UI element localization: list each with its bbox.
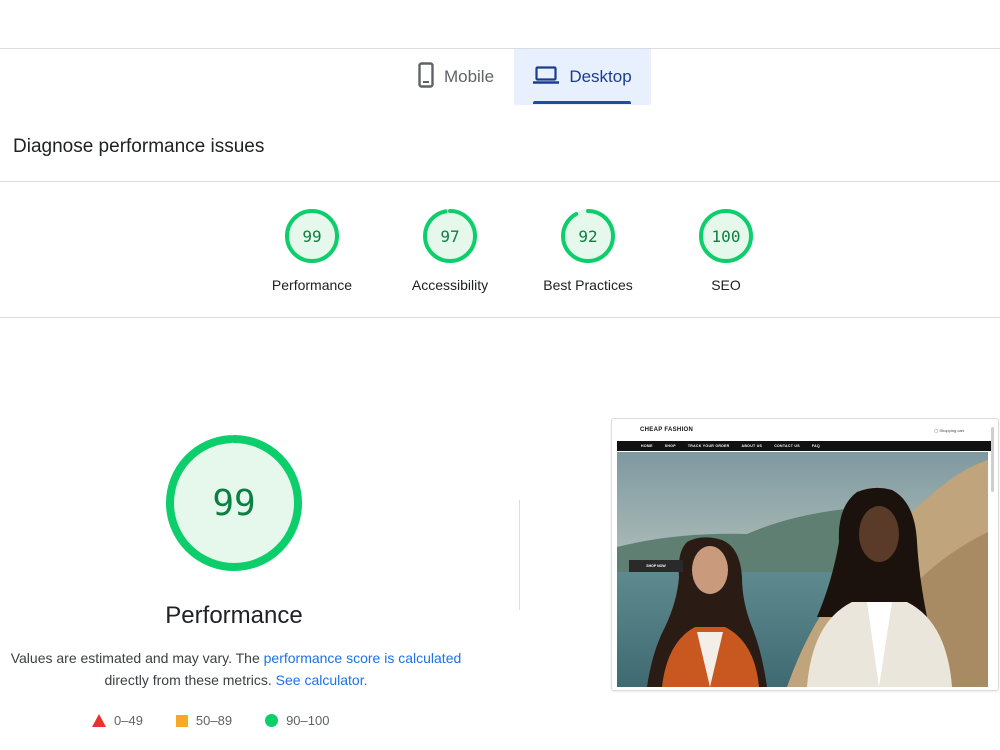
see-calculator-link[interactable]: See calculator.	[276, 672, 368, 688]
screenshot-nav: HOME SHOP TRACK YOUR ORDER ABOUT US CONT…	[617, 441, 993, 451]
screenshot-nav-item: HOME	[641, 444, 653, 448]
gauge-best-practices[interactable]: 92 Best Practices	[523, 207, 653, 293]
gauge-label: Accessibility	[411, 277, 489, 293]
active-tab-indicator	[533, 101, 631, 104]
gauge-ring: 100	[699, 209, 753, 263]
divider	[0, 181, 1000, 182]
screenshot-shop-now: SHOP NOW	[629, 560, 683, 572]
score-calculated-link[interactable]: performance score is calculated	[264, 650, 462, 666]
legend-pass-label: 90–100	[286, 713, 330, 728]
screenshot-hero-image: SHOP NOW	[617, 452, 988, 687]
device-tabs: Mobile Desktop	[0, 49, 1000, 105]
screenshot-cart-label: Shopping cart	[939, 428, 964, 433]
gauge-score: 100	[712, 227, 741, 246]
screenshot-brand: CHEAP FASHION	[640, 427, 694, 433]
screenshot-cart: ▢ Shopping cart	[934, 428, 964, 433]
gauge-label: Best Practices	[543, 277, 633, 293]
gauge-score: 92	[578, 227, 597, 246]
gauge-ring: 92	[561, 209, 615, 263]
screenshot-nav-item: SHOP	[664, 444, 676, 448]
phone-icon	[418, 61, 434, 93]
legend-fail-label: 0–49	[114, 713, 143, 728]
triangle-icon	[92, 714, 106, 727]
gauge-label: Performance	[271, 277, 353, 293]
performance-gauge: 99	[163, 432, 305, 574]
vertical-divider	[519, 500, 520, 610]
performance-score: 99	[212, 483, 255, 524]
gauge-score: 99	[302, 227, 321, 246]
score-legend: 0–49 50–89 90–100	[92, 713, 362, 728]
square-icon	[175, 714, 188, 727]
legend-fail: 0–49	[92, 713, 143, 728]
laptop-icon	[533, 65, 560, 89]
divider	[0, 317, 1000, 318]
gauge-ring: 97	[423, 209, 477, 263]
screenshot-nav-item: FAQ	[811, 444, 820, 448]
desc-text: Values are estimated and may vary. The	[10, 650, 264, 666]
legend-pass: 90–100	[265, 713, 329, 728]
gauge-score: 97	[440, 227, 459, 246]
screenshot-nav-item: ABOUT US	[741, 444, 763, 448]
tab-desktop[interactable]: Desktop	[514, 49, 651, 105]
circle-icon	[265, 714, 279, 727]
desc-text: directly from these metrics.	[104, 672, 276, 688]
gauge-accessibility[interactable]: 97 Accessibility	[385, 207, 515, 293]
legend-average-label: 50–89	[195, 713, 233, 728]
legend-average: 50–89	[175, 713, 233, 728]
page-screenshot: CHEAP FASHION ▢ Shopping cart HOME SHOP …	[611, 418, 999, 691]
performance-description: Values are estimated and may vary. The p…	[10, 647, 462, 691]
section-heading: Diagnose performance issues	[13, 136, 265, 157]
tab-mobile-label: Mobile	[443, 67, 495, 86]
tab-desktop-label: Desktop	[569, 67, 632, 86]
screenshot-nav-item: CONTACT US	[774, 444, 800, 448]
screenshot-nav-item: TRACK YOUR ORDER	[687, 444, 730, 448]
gauge-performance[interactable]: 99 Performance	[247, 207, 377, 293]
gauge-label: SEO	[711, 277, 741, 293]
gauge-seo[interactable]: 100 SEO	[661, 207, 791, 293]
tab-mobile[interactable]: Mobile	[400, 49, 512, 105]
gauge-ring: 99	[285, 209, 339, 263]
performance-title: Performance	[165, 602, 303, 629]
screenshot-scrollbar	[991, 427, 994, 492]
